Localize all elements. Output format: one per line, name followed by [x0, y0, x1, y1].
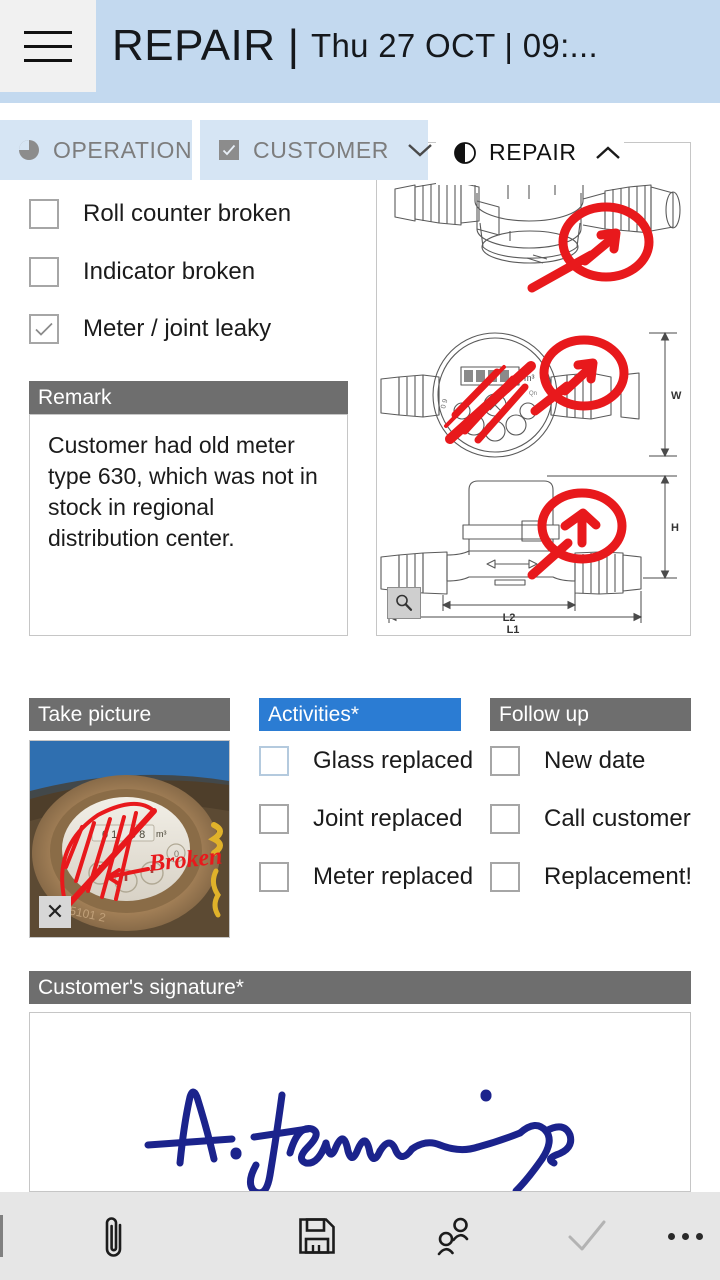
paperclip-glyph: [105, 1217, 122, 1257]
checkbox-row-indicator-broken[interactable]: Indicator broken: [29, 257, 255, 287]
checkbox-checked-icon: [219, 140, 239, 160]
remark-section-header: Remark: [29, 381, 348, 414]
ellipsis-dot: [667, 1232, 675, 1240]
checkbox-row-new-date[interactable]: New date: [490, 746, 645, 776]
hamburger-bar: [24, 58, 72, 62]
magnifier-icon[interactable]: [387, 587, 421, 619]
checkbox-label: Roll counter broken: [83, 200, 292, 227]
signature-canvas[interactable]: [29, 1012, 691, 1192]
checkbox-label: Replacement!: [544, 863, 693, 890]
activities-section-header: Activities*: [259, 698, 461, 731]
photo-thumbnail[interactable]: 0 1 9 8 m³ 0 1R 05101 2 Broken ✕: [29, 740, 230, 938]
svg-text:L1: L1: [507, 624, 520, 635]
paperclip-icon[interactable]: [85, 1208, 143, 1264]
checkbox-new-date[interactable]: [490, 746, 520, 776]
pie-chart-icon: [19, 140, 39, 160]
checkbox-replacement[interactable]: [490, 862, 520, 892]
toolbar-divider: [0, 1215, 3, 1257]
checkmark-icon: [35, 322, 53, 336]
checkmark-icon[interactable]: [558, 1208, 616, 1264]
app-root: REPAIR | Thu 27 OCT | 09:... OPERATION C…: [0, 0, 720, 1280]
ellipsis-icon[interactable]: [656, 1208, 714, 1264]
ellipsis-dot: [681, 1232, 689, 1240]
meter-technical-drawing[interactable]: m³ Qn 0 9 W H L2 L1: [376, 142, 691, 636]
svg-text:W: W: [671, 390, 682, 402]
meter-drawing-svg: m³ Qn 0 9 W H L2 L1: [380, 143, 682, 635]
checkbox-label: Indicator broken: [83, 258, 256, 285]
floppy-disk-icon[interactable]: [288, 1208, 346, 1264]
checkbox-row-call-customer[interactable]: Call customer: [490, 804, 691, 834]
page-title: REPAIR | Thu 27 OCT | 09:...: [112, 0, 598, 92]
checkbox-glass-replaced[interactable]: [259, 746, 289, 776]
checkbox-label: Glass replaced: [313, 747, 474, 774]
ellipsis-dots: [667, 1232, 703, 1240]
checkbox-row-joint-replaced[interactable]: Joint replaced: [259, 804, 462, 834]
svg-text:Qn: Qn: [529, 391, 537, 397]
chevron-down-icon[interactable]: [407, 142, 433, 158]
checkbox-label: Joint replaced: [313, 805, 463, 832]
app-header: REPAIR | Thu 27 OCT | 09:...: [0, 0, 720, 103]
signature-section-header: Customer's signature*: [29, 971, 691, 1004]
follow-up-section-header: Follow up: [490, 698, 691, 731]
floppy-disk-glyph: [299, 1218, 335, 1254]
page-title-subtitle: Thu 27 OCT | 09:...: [311, 27, 598, 64]
page-title-main: REPAIR: [112, 21, 276, 70]
checkbox-row-meter-joint-leaky[interactable]: Meter / joint leaky: [29, 314, 271, 344]
svg-text:H: H: [671, 522, 679, 534]
remark-textarea[interactable]: Customer had old meter type 630, which w…: [29, 414, 348, 636]
checkbox-label: Meter / joint leaky: [83, 315, 272, 342]
bottom-toolbar: [0, 1192, 720, 1280]
checkbox-call-customer[interactable]: [490, 804, 520, 834]
signature-ink: [144, 1088, 575, 1191]
tab-repair-label: REPAIR: [489, 139, 577, 165]
people-icon[interactable]: [424, 1208, 482, 1264]
tab-customer-label: CUSTOMER: [253, 136, 389, 163]
checkbox-row-glass-replaced[interactable]: Glass replaced: [259, 746, 473, 776]
tab-bar: OPERATION CUSTOMER REPAIR: [0, 120, 720, 185]
tab-repair[interactable]: REPAIR: [436, 120, 624, 185]
checkbox-row-roll-counter-broken[interactable]: Roll counter broken: [29, 199, 291, 229]
checkbox-label: Meter replaced: [313, 863, 474, 890]
svg-text:L2: L2: [503, 612, 516, 624]
svg-text:m³: m³: [156, 829, 167, 839]
checkbox-joint-replaced[interactable]: [259, 804, 289, 834]
take-picture-section-header: Take picture: [29, 698, 230, 731]
hamburger-menu-icon[interactable]: [0, 0, 96, 92]
checkbox-roll-counter-broken[interactable]: [29, 199, 59, 229]
hamburger-bar: [24, 44, 72, 48]
magnifier-glyph: [396, 594, 413, 611]
checkbox-label: New date: [544, 747, 646, 774]
close-icon[interactable]: ✕: [39, 896, 71, 928]
checkbox-meter-replaced[interactable]: [259, 862, 289, 892]
tab-operation-label: OPERATION: [53, 136, 193, 163]
half-circle-icon: [454, 141, 476, 164]
checkmark-glyph: [568, 1220, 606, 1251]
tab-customer[interactable]: CUSTOMER: [200, 120, 432, 180]
checkbox-row-meter-replaced[interactable]: Meter replaced: [259, 862, 473, 892]
chevron-up-icon[interactable]: [595, 145, 621, 161]
hamburger-bar: [24, 30, 72, 34]
title-separator: |: [287, 21, 299, 70]
checkbox-label: Call customer: [544, 805, 691, 832]
checkbox-row-replacement[interactable]: Replacement!: [490, 862, 692, 892]
checkbox-indicator-broken[interactable]: [29, 257, 59, 287]
svg-text:0 9: 0 9: [440, 398, 449, 409]
tab-operation[interactable]: OPERATION: [0, 120, 192, 180]
ellipsis-dot: [695, 1232, 703, 1240]
checkbox-meter-joint-leaky[interactable]: [29, 314, 59, 344]
people-glyph: [437, 1217, 469, 1256]
